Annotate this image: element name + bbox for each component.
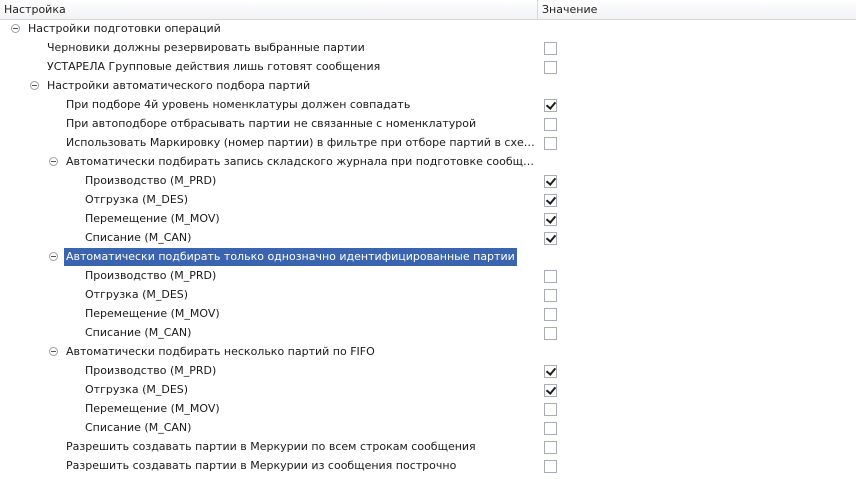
setting-label[interactable]: При автоподборе отбрасывать партии не св… bbox=[64, 115, 478, 133]
tree-group-row[interactable]: Автоматически подбирать запись складског… bbox=[0, 153, 856, 172]
setting-checkbox[interactable] bbox=[544, 384, 557, 397]
setting-label[interactable]: УСТАРЕЛА Групповые действия лишь готовят… bbox=[45, 58, 382, 76]
column-header-setting[interactable]: Настройка bbox=[0, 0, 538, 19]
tree-setting-row[interactable]: Списание (M_CAN) bbox=[0, 229, 856, 248]
group-label[interactable]: Настройки подготовки операций bbox=[26, 20, 223, 38]
setting-label[interactable]: Списание (M_CAN) bbox=[83, 419, 193, 437]
tree-group-row[interactable]: Автоматически подбирать несколько партий… bbox=[0, 343, 856, 362]
setting-label[interactable]: Перемещение (M_MOV) bbox=[83, 400, 222, 418]
setting-checkbox[interactable] bbox=[544, 175, 557, 188]
setting-checkbox[interactable] bbox=[544, 365, 557, 378]
setting-label[interactable]: Отгрузка (M_DES) bbox=[83, 191, 190, 209]
tree-setting-row[interactable]: При автоподборе отбрасывать партии не св… bbox=[0, 115, 856, 134]
setting-checkbox[interactable] bbox=[544, 61, 557, 74]
tree-setting-row[interactable]: Отгрузка (M_DES) bbox=[0, 381, 856, 400]
tree-setting-row[interactable]: Черновики должны резервировать выбранные… bbox=[0, 39, 856, 58]
setting-label[interactable]: Черновики должны резервировать выбранные… bbox=[45, 39, 367, 57]
setting-label[interactable]: Отгрузка (M_DES) bbox=[83, 286, 190, 304]
setting-checkbox[interactable] bbox=[544, 403, 557, 416]
collapse-toggle-icon[interactable] bbox=[11, 24, 20, 33]
collapse-toggle-icon[interactable] bbox=[49, 157, 58, 166]
setting-checkbox[interactable] bbox=[544, 232, 557, 245]
setting-checkbox[interactable] bbox=[544, 289, 557, 302]
setting-checkbox[interactable] bbox=[544, 460, 557, 473]
setting-label[interactable]: Списание (M_CAN) bbox=[83, 324, 193, 342]
setting-label[interactable]: Использовать Маркировку (номер партии) в… bbox=[64, 134, 538, 152]
setting-checkbox[interactable] bbox=[544, 118, 557, 131]
tree-setting-row[interactable]: Производство (M_PRD) bbox=[0, 172, 856, 191]
setting-label[interactable]: Разрешить создавать партии в Меркурии из… bbox=[64, 457, 458, 475]
setting-checkbox[interactable] bbox=[544, 137, 557, 150]
tree-setting-row[interactable]: Отгрузка (M_DES) bbox=[0, 286, 856, 305]
setting-checkbox[interactable] bbox=[544, 422, 557, 435]
column-header-value[interactable]: Значение bbox=[538, 0, 856, 19]
tree-setting-row[interactable]: Отгрузка (M_DES) bbox=[0, 191, 856, 210]
setting-label[interactable]: Разрешить создавать партии в Меркурии по… bbox=[64, 438, 478, 456]
setting-checkbox[interactable] bbox=[544, 327, 557, 340]
group-label[interactable]: Автоматически подбирать запись складског… bbox=[64, 153, 538, 171]
setting-label[interactable]: Перемещение (M_MOV) bbox=[83, 210, 222, 228]
setting-checkbox[interactable] bbox=[544, 308, 557, 321]
tree-group-row[interactable]: Настройки автоматического подбора партий bbox=[0, 77, 856, 96]
setting-label[interactable]: Производство (M_PRD) bbox=[83, 362, 218, 380]
tree-setting-row[interactable]: Перемещение (M_MOV) bbox=[0, 400, 856, 419]
setting-checkbox[interactable] bbox=[544, 213, 557, 226]
settings-tree-grid: Настройка Значение Настройки подготовки … bbox=[0, 0, 856, 479]
tree-group-row[interactable]: Автоматически подбирать только однозначн… bbox=[0, 248, 856, 267]
tree-setting-row[interactable]: Разрешить создавать партии в Меркурии из… bbox=[0, 457, 856, 476]
tree-setting-row[interactable]: Использовать Маркировку (номер партии) в… bbox=[0, 134, 856, 153]
setting-checkbox[interactable] bbox=[544, 270, 557, 283]
setting-label[interactable]: Перемещение (M_MOV) bbox=[83, 305, 222, 323]
setting-label[interactable]: Списание (M_CAN) bbox=[83, 229, 193, 247]
setting-label[interactable]: Отгрузка (M_DES) bbox=[83, 381, 190, 399]
collapse-toggle-icon[interactable] bbox=[49, 252, 58, 261]
tree-setting-row[interactable]: Производство (M_PRD) bbox=[0, 267, 856, 286]
setting-label[interactable]: Производство (M_PRD) bbox=[83, 172, 218, 190]
settings-rows: Настройки подготовки операций Черновики д… bbox=[0, 20, 856, 476]
setting-label[interactable]: При подборе 4й уровень номенклатуры долж… bbox=[64, 96, 412, 114]
setting-label[interactable]: Производство (M_PRD) bbox=[83, 267, 218, 285]
tree-setting-row[interactable]: Списание (M_CAN) bbox=[0, 419, 856, 438]
setting-checkbox[interactable] bbox=[544, 441, 557, 454]
tree-group-row[interactable]: Настройки подготовки операций bbox=[0, 20, 856, 39]
tree-setting-row[interactable]: УСТАРЕЛА Групповые действия лишь готовят… bbox=[0, 58, 856, 77]
tree-setting-row[interactable]: Разрешить создавать партии в Меркурии по… bbox=[0, 438, 856, 457]
collapse-toggle-icon[interactable] bbox=[30, 81, 39, 90]
tree-setting-row[interactable]: Списание (M_CAN) bbox=[0, 324, 856, 343]
group-label[interactable]: Автоматически подбирать только однозначн… bbox=[64, 248, 517, 266]
setting-checkbox[interactable] bbox=[544, 42, 557, 55]
tree-setting-row[interactable]: Перемещение (M_MOV) bbox=[0, 210, 856, 229]
setting-checkbox[interactable] bbox=[544, 99, 557, 112]
setting-checkbox[interactable] bbox=[544, 194, 557, 207]
grid-header: Настройка Значение bbox=[0, 0, 856, 20]
tree-setting-row[interactable]: При подборе 4й уровень номенклатуры долж… bbox=[0, 96, 856, 115]
tree-setting-row[interactable]: Производство (M_PRD) bbox=[0, 362, 856, 381]
collapse-toggle-icon[interactable] bbox=[49, 347, 58, 356]
group-label[interactable]: Автоматически подбирать несколько партий… bbox=[64, 343, 377, 361]
tree-setting-row[interactable]: Перемещение (M_MOV) bbox=[0, 305, 856, 324]
group-label[interactable]: Настройки автоматического подбора партий bbox=[45, 77, 312, 95]
